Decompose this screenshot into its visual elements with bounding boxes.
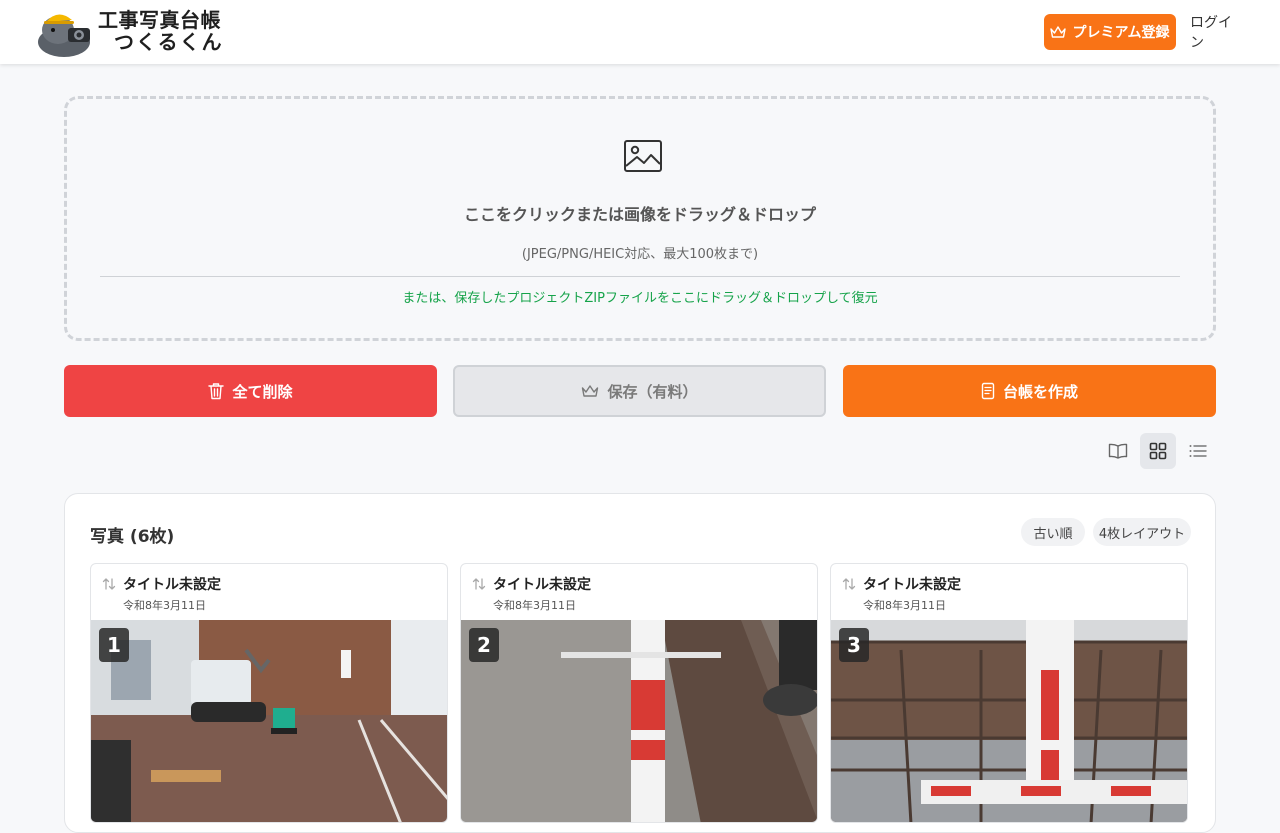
delete-all-button[interactable]: 全て削除 — [64, 365, 437, 417]
delete-all-label: 全て削除 — [232, 382, 293, 401]
trash-icon — [208, 383, 225, 400]
login-link[interactable]: ログイン — [1190, 15, 1242, 51]
photos-count-title: 写真 (6枚) — [90, 527, 175, 547]
photo-title[interactable]: タイトル未設定 — [493, 574, 591, 594]
photo-thumbnail[interactable]: 3 — [831, 620, 1187, 822]
photo-thumbnail[interactable]: 1 — [91, 620, 447, 822]
photo-title[interactable]: タイトル未設定 — [123, 574, 221, 594]
app-logo[interactable]: 工事写真台帳 つくるくん — [34, 6, 234, 58]
mascot-logo-icon — [38, 14, 90, 57]
crown-icon — [1050, 26, 1067, 38]
photo-date: 令和8年3月11日 — [863, 599, 946, 612]
dropzone-divider — [100, 276, 1180, 277]
construction-site-photo — [91, 620, 447, 822]
photos-panel: 写真 (6枚) 古い順 4枚レイアウト タイトル未設定 令和8年3月11日 1 — [64, 493, 1216, 833]
save-paid-label: 保存（有料） — [607, 382, 698, 401]
sort-arrows-icon[interactable] — [471, 576, 487, 592]
photo-card[interactable]: タイトル未設定 令和8年3月11日 3 — [830, 563, 1188, 823]
logo-title-line2: つくるくん — [114, 30, 224, 54]
sort-arrows-icon[interactable] — [841, 576, 857, 592]
dropzone-main-text: ここをクリックまたは画像をドラッグ＆ドロップ — [463, 205, 816, 224]
photo-thumbnail[interactable]: 2 — [461, 620, 817, 822]
premium-signup-label: プレミアム登録 — [1072, 25, 1170, 41]
photo-date: 令和8年3月11日 — [493, 599, 576, 612]
rebar-excavation-photo — [831, 620, 1187, 822]
save-paid-button[interactable]: 保存（有料） — [453, 365, 826, 417]
photo-title[interactable]: タイトル未設定 — [863, 574, 961, 594]
document-icon — [981, 382, 995, 400]
sort-order-chip[interactable]: 古い順 — [1021, 518, 1085, 546]
photo-card[interactable]: タイトル未設定 令和8年3月11日 2 — [460, 563, 818, 823]
photo-number-badge: 1 — [99, 628, 129, 662]
photo-date: 令和8年3月11日 — [123, 599, 206, 612]
crown-icon — [582, 385, 599, 397]
dropzone-format-note: (JPEG/PNG/HEIC対応、最大100枚まで) — [521, 247, 759, 262]
list-icon — [1189, 445, 1207, 457]
image-dropzone[interactable]: ここをクリックまたは画像をドラッグ＆ドロップ (JPEG/PNG/HEIC対応、… — [64, 96, 1216, 341]
gravel-trench-photo — [461, 620, 817, 822]
create-ledger-label: 台帳を作成 — [1002, 382, 1078, 401]
photo-number-badge: 3 — [839, 628, 869, 662]
create-ledger-button[interactable]: 台帳を作成 — [843, 365, 1216, 417]
logo-text: 工事写真台帳 つくるくん — [98, 9, 238, 53]
image-icon — [624, 140, 662, 172]
photo-card[interactable]: タイトル未設定 令和8年3月11日 1 — [90, 563, 448, 823]
view-grid-button[interactable] — [1140, 433, 1176, 469]
sort-arrows-icon[interactable] — [101, 576, 117, 592]
logo-title-line1: 工事写真台帳 — [98, 8, 221, 32]
book-icon — [1108, 443, 1128, 459]
view-book-button[interactable] — [1100, 433, 1136, 469]
photo-number-badge: 2 — [469, 628, 499, 662]
app-header: 工事写真台帳 つくるくん プレミアム登録 ログイン — [0, 0, 1280, 64]
view-list-button[interactable] — [1180, 433, 1216, 469]
premium-signup-button[interactable]: プレミアム登録 — [1044, 14, 1176, 50]
dropzone-zip-restore-text: または、保存したプロジェクトZIPファイルをここにドラッグ＆ドロップして復元 — [402, 291, 878, 306]
layout-chip[interactable]: 4枚レイアウト — [1093, 518, 1191, 546]
grid-icon — [1149, 442, 1167, 460]
